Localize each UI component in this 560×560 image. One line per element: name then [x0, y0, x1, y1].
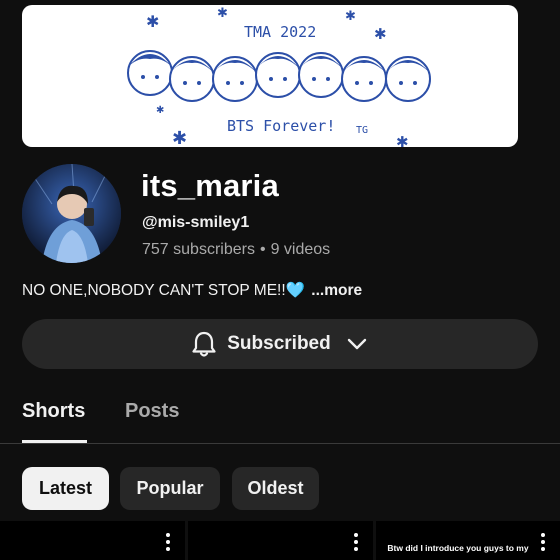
- short-thumbnail[interactable]: [188, 521, 373, 560]
- more-options-icon[interactable]: [353, 533, 359, 551]
- tab-posts[interactable]: Posts: [125, 400, 179, 423]
- banner-title: TMA 2022: [244, 23, 316, 41]
- channel-avatar[interactable]: [22, 164, 121, 263]
- bell-icon: [192, 331, 216, 357]
- more-options-icon[interactable]: [540, 533, 546, 551]
- subscriber-count: 757 subscribers: [142, 241, 255, 258]
- svg-text:✱: ✱: [345, 9, 356, 24]
- short-thumbnail[interactable]: [0, 521, 185, 560]
- svg-text:✱: ✱: [172, 128, 187, 147]
- more-link[interactable]: ...more: [311, 282, 362, 299]
- filter-chip-popular[interactable]: Popular: [120, 467, 220, 510]
- svg-text:✱: ✱: [396, 133, 409, 147]
- description-text: NO ONE,NOBODY CAN'T STOP ME!!: [22, 282, 286, 299]
- channel-stats: 757 subscribers • 9 videos: [142, 241, 330, 259]
- svg-text:✱: ✱: [374, 25, 387, 43]
- svg-text:✱: ✱: [156, 105, 164, 116]
- banner-signature: TG: [356, 125, 368, 136]
- subscribed-label: Subscribed: [227, 333, 331, 354]
- heart-emoji: 🩵: [285, 282, 305, 299]
- filter-chip-oldest[interactable]: Oldest: [232, 467, 319, 510]
- channel-name: its_maria: [141, 168, 279, 203]
- chevron-down-icon: [347, 338, 366, 350]
- svg-text:✱: ✱: [146, 12, 159, 31]
- video-count: 9 videos: [270, 241, 331, 258]
- short-thumbnail[interactable]: Btw did I introduce you guys to my: [376, 521, 560, 560]
- filter-chip-latest[interactable]: Latest: [22, 467, 109, 510]
- channel-handle: @mis-smiley1: [142, 214, 250, 231]
- short-caption: Btw did I introduce you guys to my: [387, 543, 529, 553]
- banner-artwork: ✱ ✱ ✱ ✱ ✱ ✱ ✱ TMA 2022 BTS Forever! TG: [127, 6, 431, 147]
- banner-caption: BTS Forever!: [227, 117, 335, 135]
- avatar-image: [22, 164, 121, 263]
- stats-separator: •: [259, 241, 266, 258]
- tab-shorts[interactable]: Shorts: [22, 400, 85, 423]
- channel-description[interactable]: NO ONE,NOBODY CAN'T STOP ME!!🩵 ...more: [22, 281, 362, 300]
- channel-banner: ✱ ✱ ✱ ✱ ✱ ✱ ✱ TMA 2022 BTS Forever! TG: [22, 5, 518, 147]
- tab-divider: [0, 443, 560, 444]
- more-options-icon[interactable]: [165, 533, 171, 551]
- svg-text:✱: ✱: [217, 6, 228, 21]
- subscribed-button[interactable]: Subscribed: [22, 319, 538, 369]
